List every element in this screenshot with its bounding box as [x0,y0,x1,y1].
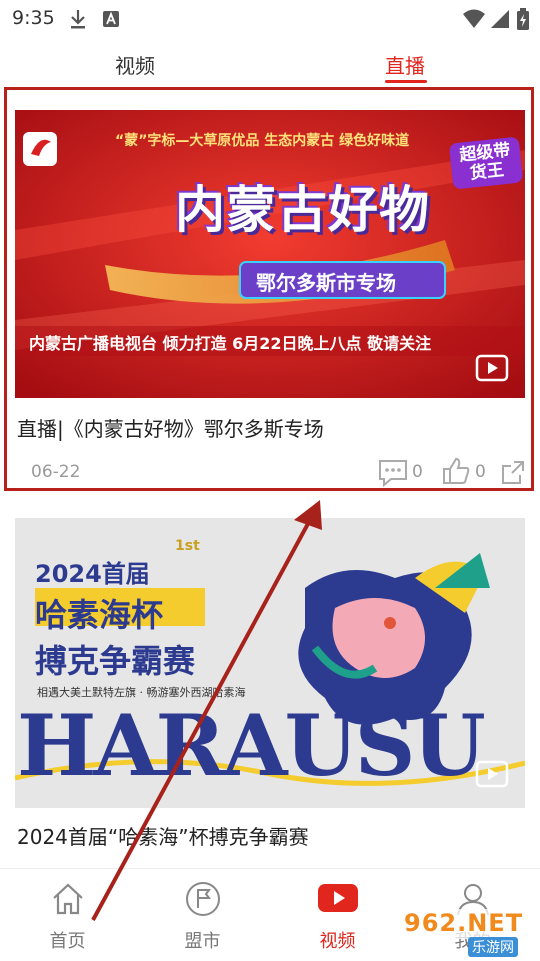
poster-year: 2024首届 [35,560,150,588]
nav-video-label: 视频 [319,931,356,952]
video-card-buke[interactable]: 2024首届 1st 哈素海杯 搏克争霸赛 相遇大美土默特左旗 · 畅游塞外西湖… [15,518,525,858]
video-title[interactable]: 2024首届“哈素海”杯搏克争霸赛 [17,821,309,850]
active-tab-indicator [385,80,427,83]
poster-first: 1st [175,538,200,554]
status-time: 9:35 [12,7,55,29]
home-icon [52,883,83,915]
nav-home-label: 首页 [49,931,86,952]
poster-line1: 哈素海杯 [35,596,164,634]
battery-icon [517,8,529,30]
download-icon [71,10,85,29]
signal-icon [491,10,509,28]
poster-big-text: HARAUSU [17,696,486,795]
video-thumbnail[interactable]: 2024首届 1st 哈素海杯 搏克争霸赛 相遇大美土默特左旗 · 畅游塞外西湖… [15,518,525,808]
poster-line2: 搏克争霸赛 [35,642,196,680]
site-watermark: 962.NET 乐游网 [398,905,533,957]
tab-live[interactable]: 直播 [385,50,425,79]
nav-cities-label: 盟市 [184,931,221,952]
tab-video[interactable]: 视频 [115,50,155,79]
app-notification-icon [103,11,119,27]
nav-cities[interactable]: 盟市 [135,869,270,961]
nav-home[interactable]: 首页 [0,869,135,961]
nav-video[interactable]: 视频 [270,869,405,961]
highlight-frame [4,87,534,491]
play-icon [317,884,358,912]
watermark-brand: 962.NET [404,909,524,937]
video-tabs: 视频 直播 [0,40,540,86]
status-bar: 9:35 [0,0,540,36]
wifi-icon [463,9,485,28]
flag-icon [185,882,220,916]
watermark-sub: 乐游网 [468,937,518,957]
